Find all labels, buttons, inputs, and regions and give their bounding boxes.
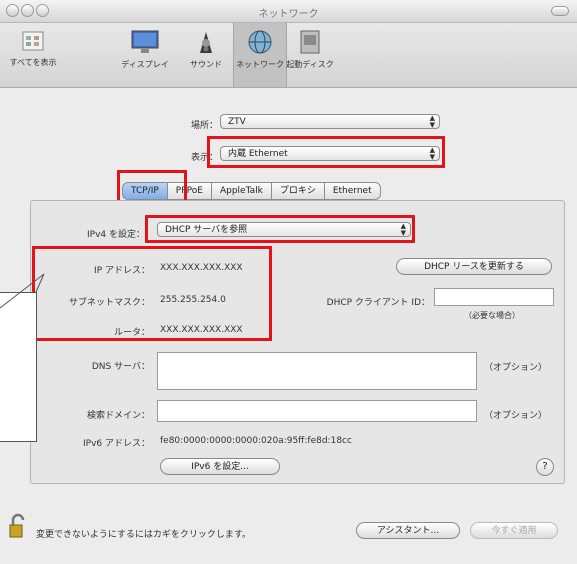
toolbar-label: ディスプレイ [121, 60, 169, 69]
ipv4-label: IPv4 を設定： [87, 230, 145, 240]
speaker-icon [200, 32, 212, 53]
toolbar-toggle-button[interactable] [551, 6, 569, 16]
callout-pointer [0, 273, 45, 309]
dhcp-client-id-input[interactable] [434, 288, 554, 306]
dhcp-client-id-label: DHCP クライアント ID： [326, 298, 430, 308]
toolbar-sound[interactable]: サウンド [180, 29, 232, 83]
dns-optional-note: （オプション） [484, 363, 548, 373]
lock-hint-text: 変更できないようにするにはカギをクリックします。 [36, 530, 252, 540]
location-popup[interactable]: ZTV ▲ ▼ [220, 114, 440, 129]
location-value: ZTV [228, 117, 246, 127]
toolbar-label: ネットワーク [236, 60, 284, 69]
dhcp-client-id-note: （必要な場合） [464, 311, 520, 320]
dns-label: DNS サーバ： [91, 362, 150, 372]
callout-box [0, 292, 37, 442]
highlight-address-block [32, 246, 272, 341]
tab-appletalk[interactable]: AppleTalk [210, 182, 271, 200]
highlight-ipv4 [145, 215, 415, 243]
toolbar-label: すべてを表示 [9, 58, 57, 67]
globe-icon [248, 30, 272, 54]
network-preferences-window: ネットワーク すべてを表示 ディスプレイ サウンド ネットワーク 起動ディスク … [0, 0, 577, 564]
popup-arrows-icon: ▲ ▼ [429, 114, 435, 129]
toolbar-display[interactable]: ディスプレイ [115, 29, 175, 83]
toolbar-startup-disk[interactable]: 起動ディスク [284, 29, 336, 83]
grid-icon [22, 31, 44, 51]
search-domain-label: 検索ドメイン： [86, 411, 150, 421]
ipv6-address-label: IPv6 アドレス： [83, 439, 150, 449]
apply-now-button[interactable]: 今すぐ適用 [470, 522, 558, 539]
dns-server-field[interactable] [157, 352, 477, 390]
toolbar-show-all[interactable]: すべてを表示 [4, 29, 62, 83]
search-optional-note: （オプション） [484, 411, 548, 421]
toolbar-label: サウンド [190, 60, 222, 69]
display-icon [131, 30, 159, 53]
tab-proxy[interactable]: プロキシ [270, 182, 324, 200]
assistant-button[interactable]: アシスタント... [356, 522, 460, 539]
disk-icon [300, 30, 320, 54]
lock-icon[interactable] [8, 513, 28, 539]
search-domain-field[interactable] [157, 400, 477, 422]
ipv6-address-value: fe80:0000:0000:0000:020a:95ff:fe8d:18cc [160, 436, 352, 446]
highlight-show [207, 136, 445, 168]
toolbar-network[interactable]: ネットワーク [233, 23, 287, 87]
toolbar: すべてを表示 ディスプレイ サウンド ネットワーク 起動ディスク [0, 23, 577, 88]
dhcp-renew-button[interactable]: DHCP リースを更新する [396, 258, 552, 275]
title-bar: ネットワーク [0, 0, 577, 23]
tab-ethernet[interactable]: Ethernet [323, 182, 381, 200]
toolbar-label: 起動ディスク [286, 60, 334, 69]
location-label: 場所： [190, 121, 218, 131]
window-title: ネットワーク [258, 9, 319, 20]
ipv6-configure-button[interactable]: IPv6 を設定... [160, 458, 280, 475]
help-button[interactable]: ? [536, 458, 554, 476]
